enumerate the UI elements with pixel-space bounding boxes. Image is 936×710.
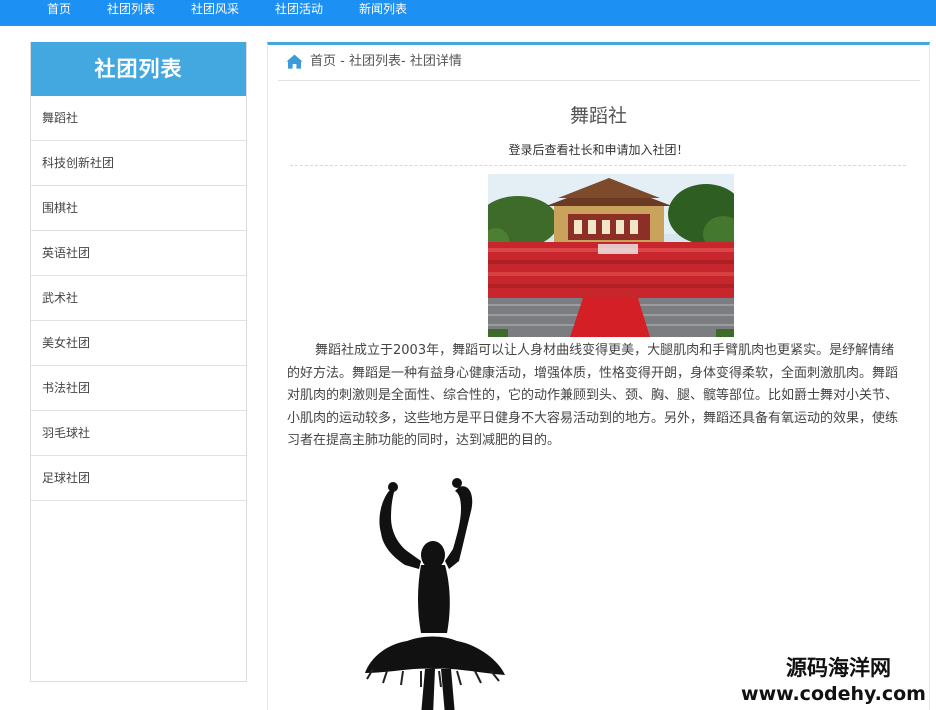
nav-item-news-list[interactable]: 新闻列表 (359, 0, 407, 26)
group-photo-illustration (488, 174, 734, 337)
sidebar-item-beauty[interactable]: 美女社团 (31, 321, 246, 366)
breadcrumb: 首页 - 社团列表- 社团详情 (278, 45, 920, 81)
club-title: 舞蹈社 (569, 105, 627, 127)
nav-item-club-style[interactable]: 社团风采 (191, 0, 239, 26)
nav-item-club-list[interactable]: 社团列表 (107, 0, 155, 26)
breadcrumb-current: 社团详情 (409, 54, 462, 69)
ballerina-image (365, 478, 505, 710)
sidebar-item-football[interactable]: 足球社团 (31, 456, 246, 501)
breadcrumb-separator: - (401, 54, 410, 69)
sidebar-item-go[interactable]: 围棋社 (31, 186, 246, 231)
breadcrumb-separator: - (336, 54, 349, 69)
sidebar-item-english[interactable]: 英语社团 (31, 231, 246, 276)
nav-item-home[interactable]: 首页 (47, 0, 71, 26)
sidebar-item-calligraphy[interactable]: 书法社团 (31, 366, 246, 411)
sidebar-item-badminton[interactable]: 羽毛球社 (31, 411, 246, 456)
login-notice: 登录后查看社长和申请加入社团！ (508, 143, 689, 157)
sidebar-item-dance[interactable]: 舞蹈社 (31, 96, 246, 141)
breadcrumb-club-list[interactable]: 社团列表 (349, 54, 401, 69)
watermark-name: 源码海洋网 (786, 656, 891, 680)
breadcrumb-home[interactable]: 首页 (310, 54, 336, 69)
breadcrumb-trail: 首页 - 社团列表- 社团详情 (310, 45, 462, 78)
sidebar-title: 社团列表 (31, 42, 246, 96)
divider (290, 165, 906, 166)
site-watermark: 源码海洋网 www.codehy.com (731, 654, 936, 710)
watermark-url: www.codehy.com (741, 683, 926, 705)
sidebar-item-tech-innovation[interactable]: 科技创新社团 (31, 141, 246, 186)
top-nav: 首页 社团列表 社团风采 社团活动 新闻列表 (0, 0, 936, 26)
club-group-photo (488, 174, 734, 337)
nav-item-club-activities[interactable]: 社团活动 (275, 0, 323, 26)
main-content: 首页 - 社团列表- 社团详情 舞蹈社 登录后查看社长和申请加入社团！ 舞蹈社成… (267, 42, 930, 710)
sidebar: 社团列表 舞蹈社 科技创新社团 围棋社 英语社团 武术社 美女社团 书法社团 羽… (30, 42, 247, 682)
club-description: 舞蹈社成立于2003年，舞蹈可以让人身材曲线变得更美，大腿肌肉和手臂肌肉也更紧实… (287, 343, 899, 448)
home-icon (286, 54, 303, 69)
sidebar-item-martial-arts[interactable]: 武术社 (31, 276, 246, 321)
